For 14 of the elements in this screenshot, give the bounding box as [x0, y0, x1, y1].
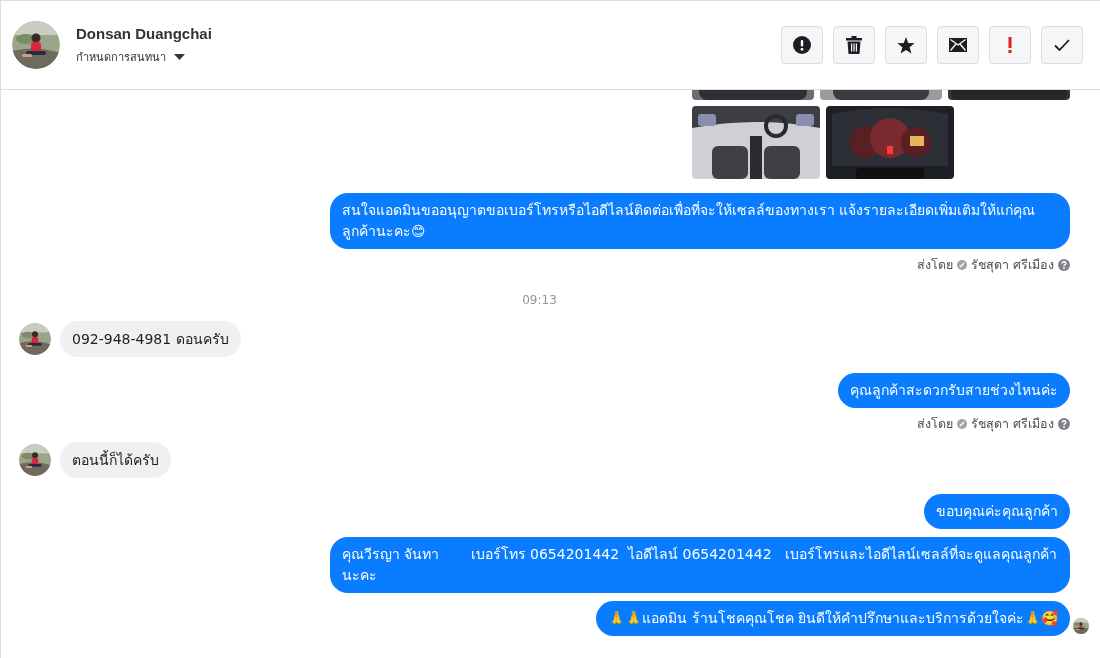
message-bubble: สนใจแอดมินขออนุญาตขอเบอร์โทรหรือไอดีไลน์ติดต่อเพื่อที่จะให้เซลล์ของทางเรา แจ้งรายละเอียดเพิ่มเติมให้แก่คุณลูกค้านะคะ😊	[330, 193, 1070, 249]
message-bubble: ตอนนี้ก็ได้ครับ	[60, 442, 171, 478]
message-bubble: คุณวีรญา จันทา เบอร์โทร 0654201442 ไอดีไลน์ 0654201442 เบอร์โทรและไอดีไลน์เซลล์ที่จะดูแลคุณลูกค้านะคะ	[330, 537, 1070, 593]
sender-name: รัชสุดา ศรีเมือง	[971, 256, 1054, 275]
message-bubble: 092-948-4981 ดอนครับ	[60, 321, 241, 357]
message-bubble: คุณลูกค้าสะดวกรับสายช่วงไหนค่ะ	[838, 373, 1070, 408]
sender-name: รัชสุดา ศรีเมือง	[971, 415, 1054, 434]
contact-name: Donsan Duangchai	[76, 24, 213, 42]
message-bubble: ขอบคุณค่ะคุณลูกค้า	[924, 494, 1070, 529]
message-bubble: 🙏🙏แอดมิน ร้านโชคคุณโชค ยินดีให้คำปรึกษาและบริการด้วยใจค่ะ🙏🥰	[596, 601, 1070, 636]
timestamp: 09:13	[522, 293, 557, 307]
sent-by-label: ส่งโดย	[917, 256, 953, 274]
conversation-settings-link[interactable]: กำหนดการสนทนา	[76, 47, 166, 66]
sent-by-label: ส่งโดย	[917, 415, 953, 433]
